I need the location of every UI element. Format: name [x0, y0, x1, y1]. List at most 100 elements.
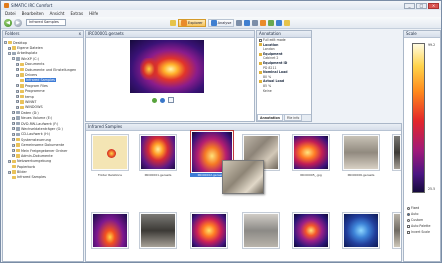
tree-expander-icon[interactable]: +: [12, 132, 15, 136]
analyse-button[interactable]: Analyse: [207, 18, 235, 27]
tab-annotation[interactable]: Annotation: [257, 115, 283, 121]
tree-expander-icon[interactable]: -: [12, 57, 15, 61]
tree-node-label: Netzwerkumgebung: [17, 159, 52, 164]
thumbnail-image[interactable]: [292, 212, 330, 249]
checkbox[interactable]: [259, 38, 262, 42]
previous-image-button[interactable]: [152, 97, 157, 103]
tree-node-label: Desktop: [13, 40, 27, 45]
thumbnail-image[interactable]: [392, 134, 401, 171]
radio-button[interactable]: [407, 218, 410, 222]
thermal-thumbnail: [93, 214, 127, 247]
color-scale-bar[interactable]: [412, 43, 425, 193]
maximize-button[interactable]: □: [416, 2, 427, 9]
tree-node-label: Programme: [25, 89, 45, 94]
minimize-button[interactable]: _: [404, 2, 415, 9]
menu-ansicht[interactable]: Ansicht: [50, 11, 65, 16]
thumbnail-image[interactable]: [342, 212, 380, 249]
tree-expander-icon[interactable]: +: [12, 122, 15, 126]
forward-button[interactable]: ▶: [14, 18, 22, 27]
tree-node-label: Papierkorb: [17, 164, 36, 169]
view-icon[interactable]: [284, 19, 291, 26]
tree-expander-icon[interactable]: +: [16, 84, 19, 88]
tree-expander-icon[interactable]: +: [12, 127, 15, 131]
tree-node-label: WINDOWS: [25, 105, 43, 110]
annotation-header: Annotation: [257, 31, 311, 38]
explorer-button[interactable]: Explorer: [178, 18, 206, 27]
thermal-preview-image[interactable]: [130, 40, 204, 93]
tree-expander-icon[interactable]: +: [8, 46, 11, 50]
settings-icon[interactable]: [276, 19, 283, 26]
thumbnail-image[interactable]: [91, 212, 129, 249]
thumbnail-image[interactable]: [292, 134, 330, 171]
radio-button[interactable]: [407, 212, 410, 216]
tree-node-label: Infrared Samples: [25, 78, 56, 83]
checkbox[interactable]: [407, 230, 410, 234]
tree-expander-icon[interactable]: +: [12, 154, 15, 158]
back-button[interactable]: ◀: [4, 18, 12, 27]
tree-expander-icon[interactable]: +: [8, 170, 11, 174]
tree-expander-icon[interactable]: -: [8, 51, 11, 55]
thumbnail-image[interactable]: [139, 134, 177, 171]
tree-expander-icon[interactable]: +: [16, 105, 19, 109]
tree-expander-icon[interactable]: +: [8, 159, 11, 163]
tree-expander-icon[interactable]: -: [4, 41, 7, 45]
fullscreen-button[interactable]: [168, 97, 174, 103]
delete-icon[interactable]: [260, 19, 267, 26]
tree-expander-icon[interactable]: +: [16, 73, 19, 77]
menu-extras[interactable]: Extras: [70, 11, 83, 16]
thumbnail-image[interactable]: [342, 134, 380, 171]
tree-expander-icon[interactable]: +: [12, 116, 15, 120]
export-icon[interactable]: [244, 19, 251, 26]
next-image-button[interactable]: [160, 97, 165, 103]
folders-close-button[interactable]: x: [79, 31, 83, 37]
tree-expander-icon[interactable]: +: [12, 111, 15, 115]
tree-expander-icon[interactable]: +: [16, 68, 19, 72]
title-bar: SIMATIC IRC Comfort _ □ ×: [1, 1, 441, 10]
thumbnail-image[interactable]: [190, 212, 228, 249]
tree-node-label: Eigene Dateien: [17, 46, 43, 51]
menu-hilfe[interactable]: Hilfe: [89, 11, 98, 16]
tree-expander-icon[interactable]: +: [12, 143, 15, 147]
tree-node-label: Program Files: [25, 83, 48, 88]
check-icon[interactable]: [236, 19, 243, 26]
tree-node[interactable]: Infrared Samples: [4, 175, 82, 180]
drive-icon: [16, 127, 20, 131]
folder-icon: [16, 143, 20, 147]
radio-button[interactable]: [407, 206, 410, 210]
analyse-icon: [210, 19, 217, 26]
menu-datei[interactable]: Datei: [5, 11, 16, 16]
annotation-value[interactable]: Keine: [257, 89, 311, 94]
thumbnail-image[interactable]: [139, 212, 177, 249]
scale-radio-option[interactable]: Fixed: [407, 206, 419, 210]
photo-thumbnail: [344, 136, 378, 169]
thumbnail-folder[interactable]: [91, 134, 129, 171]
checkbox[interactable]: [407, 224, 410, 228]
thumbnail-image[interactable]: [392, 212, 401, 249]
scale-checkbox-option[interactable]: Auto Palette: [407, 224, 430, 228]
scale-radio-option[interactable]: Auto: [407, 212, 418, 216]
scale-radio-option[interactable]: Custom: [407, 218, 423, 222]
tree-expander-icon[interactable]: +: [16, 62, 19, 66]
tree-node-label: WINNT: [25, 99, 37, 104]
thermal-thumbnail: [344, 214, 378, 247]
copy-icon[interactable]: [252, 19, 259, 26]
thumbnail-image[interactable]: [242, 212, 280, 249]
tree-expander-icon[interactable]: +: [12, 138, 15, 142]
tab-file-info[interactable]: File info: [283, 115, 303, 121]
tree-expander-icon[interactable]: +: [16, 95, 19, 99]
menu-bearbeiten[interactable]: Bearbeiten: [22, 11, 44, 16]
scale-checkbox-option[interactable]: Invert Scale: [407, 230, 430, 234]
photo-thumbnail: [394, 214, 400, 247]
folder-up-icon[interactable]: [170, 19, 176, 26]
close-button[interactable]: ×: [428, 2, 439, 9]
tree-expander-icon[interactable]: +: [16, 100, 19, 104]
tree-expander-icon[interactable]: +: [12, 149, 15, 152]
scale-max-label: 99.2: [428, 43, 436, 47]
rotate-icon[interactable]: [268, 19, 275, 26]
folder-icon: [16, 154, 20, 158]
annotation-pane: Annotation Full edit mode Location London E…: [256, 30, 312, 122]
tree-node-label: Gemeinsame Dokumente: [21, 143, 65, 148]
folders-pane: Folders x - Desktop + Eigene Dateien - Arbeit…: [2, 30, 84, 262]
tree-expander-icon[interactable]: +: [16, 89, 19, 93]
address-bar[interactable]: Infrared Samples: [26, 19, 66, 26]
